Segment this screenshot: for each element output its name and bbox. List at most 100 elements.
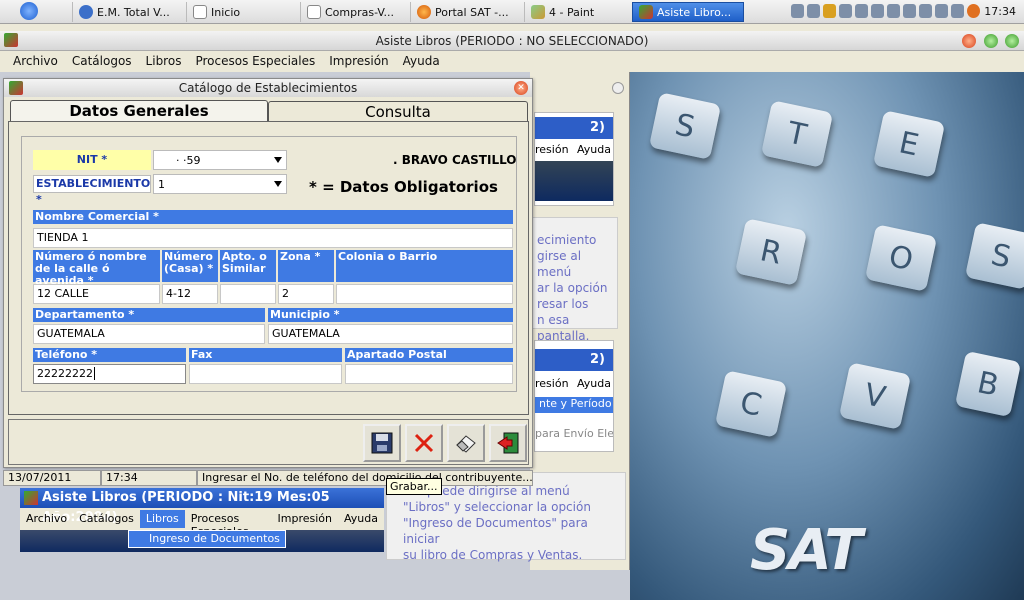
menu-impresion[interactable]: Impresión — [322, 52, 395, 72]
zona-label: Zona * — [278, 250, 334, 282]
document-icon — [193, 5, 207, 19]
system-tray — [791, 4, 980, 18]
menu-archivo[interactable]: Archivo — [6, 52, 65, 72]
paint-icon — [531, 5, 545, 19]
nit-combo[interactable]: · ·59 — [153, 150, 287, 170]
exit-button[interactable] — [489, 424, 527, 462]
action-toolbar — [8, 419, 529, 465]
key-e: E — [872, 110, 946, 178]
maximize-window-button[interactable] — [1005, 34, 1019, 48]
status-date: 13/07/2011 — [3, 470, 101, 486]
apto-input[interactable] — [220, 284, 276, 304]
tab-datos-generales[interactable]: Datos Generales — [10, 100, 268, 122]
nombre-comercial-label: Nombre Comercial * — [33, 210, 513, 224]
minimize-window-button[interactable] — [984, 34, 998, 48]
telefono-input[interactable]: 22222222 — [33, 364, 186, 384]
asiste-icon — [639, 5, 653, 19]
nombre-comercial-input[interactable]: TIENDA 1 — [33, 228, 513, 248]
app-icon — [9, 81, 23, 95]
chevron-down-icon — [274, 157, 282, 163]
taskbar-item-portal-sat[interactable]: Portal SAT -... — [410, 2, 518, 22]
tray-icon[interactable] — [919, 4, 932, 18]
colonia-input[interactable] — [336, 284, 513, 304]
form-panel: NIT * · ·59 . BRAVO CASTILLO ESTABLECIMI… — [8, 121, 529, 415]
key-t: T — [760, 100, 834, 168]
key-v: V — [838, 362, 912, 430]
departamento-input[interactable]: GUATEMALA — [33, 324, 265, 344]
status-message: Ingresar el No. de teléfono del domicili… — [197, 470, 533, 486]
clock: 17:34 — [984, 5, 1016, 18]
cancel-button[interactable] — [405, 424, 443, 462]
wifi-icon[interactable] — [807, 4, 820, 18]
volume-icon[interactable] — [951, 4, 964, 18]
background-help-text-1: ecimiento girse al menú ar la opción resar … — [530, 217, 618, 343]
status-bar: 13/07/2011 17:34 Ingresar el No. de telé… — [3, 470, 533, 486]
tray-icon[interactable] — [839, 4, 852, 18]
tab-consulta[interactable]: Consulta — [268, 101, 528, 121]
menu-catalogos[interactable]: Catálogos — [65, 52, 139, 72]
clear-button[interactable] — [447, 424, 485, 462]
zona-input[interactable]: 2 — [278, 284, 334, 304]
tray-icon[interactable] — [855, 4, 868, 18]
apartado-input[interactable] — [345, 364, 513, 384]
catalog-dialog: Catálogo de Establecimientos ✕ Datos Gen… — [3, 78, 533, 468]
close-window-button[interactable] — [962, 34, 976, 48]
menu-ayuda[interactable]: Ayuda — [396, 52, 447, 72]
menu-procesos[interactable]: Procesos Especiales — [188, 52, 322, 72]
taskbar-item-asiste[interactable]: Asiste Libro... — [632, 2, 744, 22]
em-icon — [79, 5, 93, 19]
menu-bar: Archivo Catálogos Libros Procesos Especi… — [0, 52, 1024, 72]
numero-input[interactable]: 4-12 — [162, 284, 218, 304]
taskbar-item-em[interactable]: E.M. Total V... — [72, 2, 178, 22]
tray-icon[interactable] — [903, 4, 916, 18]
establecimiento-combo[interactable]: 1 — [153, 174, 287, 194]
tooltip: Grabar... — [386, 478, 442, 495]
save-icon — [371, 432, 393, 454]
embedded-dropdown-item: Ingreso de Documentos — [128, 530, 286, 548]
tray-icon[interactable] — [887, 4, 900, 18]
calle-input[interactable]: 12 CALLE — [33, 284, 160, 304]
colonia-label: Colonia o Barrio — [336, 250, 513, 282]
close-dialog-button[interactable]: ✕ — [514, 81, 528, 95]
save-button[interactable] — [363, 424, 401, 462]
telefono-label: Teléfono * — [33, 348, 186, 362]
tray-icon[interactable] — [791, 4, 804, 18]
dialog-title: Catálogo de Establecimientos — [4, 79, 532, 97]
status-time: 17:34 — [101, 470, 197, 486]
exit-icon — [497, 432, 519, 454]
fax-input[interactable] — [189, 364, 342, 384]
municipio-input[interactable]: GUATEMALA — [268, 324, 513, 344]
background-panel-2: 2) resión Ayuda nte y Período para Envío… — [534, 340, 614, 452]
key-r: R — [734, 218, 808, 286]
document-icon — [307, 5, 321, 19]
nit-label: NIT * — [33, 150, 151, 170]
shield-icon[interactable] — [823, 4, 836, 18]
close-icon[interactable] — [612, 82, 624, 94]
key-s: S — [648, 92, 722, 160]
embedded-screenshot: Asiste Libros (PERIODO : Nit:19 Mes:05 A… — [20, 488, 384, 552]
menu-libros[interactable]: Libros — [139, 52, 189, 72]
taskbar-item-compras[interactable]: Compras-V... — [300, 2, 406, 22]
tray-icon[interactable] — [935, 4, 948, 18]
required-note: * = Datos Obligatorios — [309, 178, 498, 196]
taskbar: E.M. Total V... Inicio Compras-V... Port… — [0, 0, 1024, 24]
cancel-icon — [414, 433, 434, 453]
apto-label: Apto. o Similar — [220, 250, 276, 282]
owner-name: . BRAVO CASTILLO — [393, 153, 517, 167]
embedded-menu: Archivo Catálogos Libros Procesos Especi… — [20, 510, 384, 538]
tray-icon[interactable] — [967, 4, 980, 18]
departamento-label: Departamento * — [33, 308, 265, 322]
apartado-label: Apartado Postal — [345, 348, 513, 362]
taskbar-item-inicio[interactable]: Inicio — [186, 2, 298, 22]
apple-icon[interactable] — [20, 2, 38, 20]
window-title: Asiste Libros (PERIODO : NO SELECCIONADO… — [0, 31, 1024, 51]
firefox-icon — [417, 5, 431, 19]
key-s2: S — [964, 222, 1024, 290]
taskbar-item-paint[interactable]: 4 - Paint — [524, 2, 628, 22]
key-c: C — [714, 370, 788, 438]
tray-icon[interactable] — [871, 4, 884, 18]
chevron-down-icon — [274, 181, 282, 187]
establecimiento-label: ESTABLECIMIENTO * — [33, 175, 151, 206]
eraser-icon — [456, 435, 476, 453]
fax-label: Fax — [189, 348, 342, 362]
